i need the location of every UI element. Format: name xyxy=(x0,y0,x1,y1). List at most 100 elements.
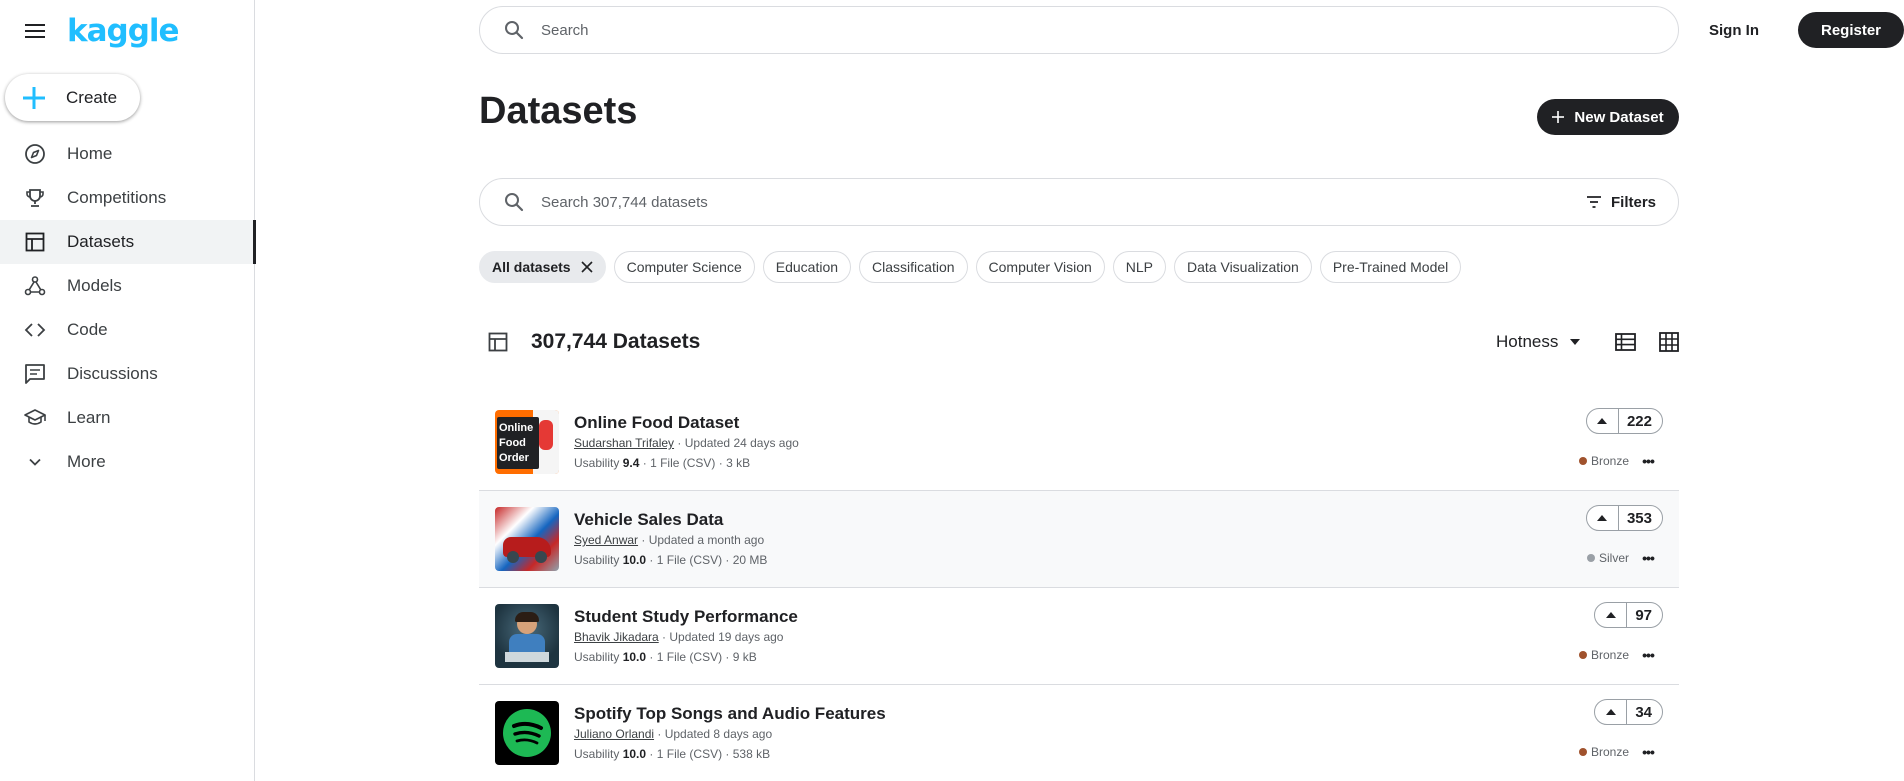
dataset-meta: Sudarshan Trifaley · Updated 24 days ago xyxy=(574,436,799,450)
global-search-bar xyxy=(479,6,1679,54)
close-icon[interactable] xyxy=(581,261,593,273)
dataset-search-input[interactable] xyxy=(541,193,1341,211)
sidebar-item-home[interactable]: Home xyxy=(0,132,255,176)
file-size: 9 kB xyxy=(732,650,757,664)
more-options-icon[interactable]: ••• xyxy=(1639,741,1657,763)
usability-label: Usability xyxy=(574,747,620,761)
sidebar-item-more[interactable]: More xyxy=(0,440,255,484)
hamburger-menu-icon[interactable] xyxy=(24,20,46,42)
chip-nlp[interactable]: NLP xyxy=(1112,251,1167,283)
upvote-arrow-icon[interactable] xyxy=(1595,603,1628,627)
upvote-arrow-icon[interactable] xyxy=(1595,700,1628,724)
filter-chips: All datasets Computer Science Education … xyxy=(479,251,1462,283)
medal-icon xyxy=(1578,651,1587,659)
dataset-meta: Juliano Orlandi · Updated 8 days ago xyxy=(574,727,773,741)
author-link[interactable]: Sudarshan Trifaley xyxy=(574,436,674,450)
sidebar-item-datasets[interactable]: Datasets xyxy=(0,220,256,264)
dataset-count: 307,744 Datasets xyxy=(531,330,701,353)
usability-score: 9.4 xyxy=(622,456,640,470)
page-title: Datasets xyxy=(479,90,638,132)
sidebar-item-label: Models xyxy=(67,276,122,295)
usability-label: Usability xyxy=(574,456,620,470)
sidebar-item-discussions[interactable]: Discussions xyxy=(0,352,255,396)
vote-count: 97 xyxy=(1635,606,1652,624)
dataset-details: Usability 10.0 · 1 File (CSV) · 20 MB xyxy=(574,553,768,567)
sidebar-item-label: Datasets xyxy=(67,232,135,251)
filters-button[interactable]: Filters xyxy=(1586,179,1656,225)
vote-count: 222 xyxy=(1626,412,1652,430)
chip-computer-vision[interactable]: Computer Vision xyxy=(975,251,1105,283)
sidebar-item-label: Learn xyxy=(67,408,111,427)
usability-score: 10.0 xyxy=(622,553,647,567)
sidebar-item-label: Home xyxy=(67,144,113,163)
more-options-icon[interactable]: ••• xyxy=(1639,644,1657,666)
more-options-icon[interactable]: ••• xyxy=(1639,547,1657,569)
medal-badge: Silver xyxy=(1586,550,1629,566)
list-view-button[interactable] xyxy=(1614,331,1636,353)
dataset-title[interactable]: Vehicle Sales Data xyxy=(574,510,723,530)
sidebar-item-learn[interactable]: Learn xyxy=(0,396,255,440)
dataset-thumbnail xyxy=(495,701,559,765)
search-icon xyxy=(504,20,524,40)
sidebar-item-label: Competitions xyxy=(67,188,167,207)
file-size: 538 kB xyxy=(732,747,771,761)
chip-all-datasets[interactable]: All datasets xyxy=(479,251,606,283)
kaggle-logo[interactable]: kaggle xyxy=(67,13,180,49)
sidebar-item-label: Discussions xyxy=(67,364,158,383)
sidebar-item-code[interactable]: Code xyxy=(0,308,255,352)
chip-education[interactable]: Education xyxy=(762,251,852,283)
dataset-row[interactable]: Online Food Order Online Food Dataset Su… xyxy=(479,394,1679,491)
medal-label: Silver xyxy=(1598,551,1629,565)
file-info: 1 File (CSV) xyxy=(656,650,723,664)
dataset-row[interactable]: Student Study Performance Bhavik Jikadar… xyxy=(479,588,1679,685)
medal-icon xyxy=(1578,457,1587,465)
medal-label: Bronze xyxy=(1590,454,1629,468)
sort-dropdown[interactable]: Hotness xyxy=(1496,330,1581,354)
plus-icon xyxy=(21,85,47,111)
chip-data-visualization[interactable]: Data Visualization xyxy=(1174,251,1312,283)
dataset-row[interactable]: Vehicle Sales Data Syed Anwar · Updated … xyxy=(479,491,1679,588)
upvote-control: 34 xyxy=(1594,699,1663,725)
more-options-icon[interactable]: ••• xyxy=(1639,450,1657,472)
upvote-arrow-icon[interactable] xyxy=(1587,506,1619,530)
sidebar-item-label: Code xyxy=(67,320,108,339)
dataset-title[interactable]: Spotify Top Songs and Audio Features xyxy=(574,704,886,724)
upvote-arrow-icon[interactable] xyxy=(1587,409,1619,433)
sidebar-item-label: More xyxy=(67,452,106,471)
file-size: 3 kB xyxy=(726,456,751,470)
upvote-control: 97 xyxy=(1594,602,1663,628)
sidebar-nav: Home Competitions Datasets Models Code D… xyxy=(0,132,256,484)
sidebar-item-models[interactable]: Models xyxy=(0,264,255,308)
sidebar-item-competitions[interactable]: Competitions xyxy=(0,176,255,220)
chip-pre-trained-model[interactable]: Pre-Trained Model xyxy=(1319,251,1462,283)
dataset-title[interactable]: Student Study Performance xyxy=(574,607,798,627)
table-icon xyxy=(24,231,46,253)
dataset-details: Usability 10.0 · 1 File (CSV) · 538 kB xyxy=(574,747,771,761)
dataset-title[interactable]: Online Food Dataset xyxy=(574,413,739,433)
grid-view-button[interactable] xyxy=(1658,331,1680,353)
new-dataset-button[interactable]: New Dataset xyxy=(1537,99,1679,135)
global-search-input[interactable] xyxy=(541,21,1341,39)
author-link[interactable]: Juliano Orlandi xyxy=(574,727,654,741)
filters-label: Filters xyxy=(1610,193,1656,211)
caret-down-icon xyxy=(1570,339,1581,345)
plus-icon xyxy=(1552,107,1565,128)
chip-classification[interactable]: Classification xyxy=(859,251,968,283)
dataset-row[interactable]: Spotify Top Songs and Audio Features Jul… xyxy=(479,685,1679,781)
create-button[interactable]: Create xyxy=(5,74,140,121)
chip-computer-science[interactable]: Computer Science xyxy=(613,251,755,283)
register-button[interactable]: Register xyxy=(1798,12,1904,48)
file-info: 1 File (CSV) xyxy=(656,553,723,567)
sign-in-button[interactable]: Sign In xyxy=(1700,12,1768,48)
dataset-thumbnail xyxy=(495,507,559,571)
thumbnail-text: Online Food Order xyxy=(497,417,539,469)
compass-icon xyxy=(24,143,46,165)
new-dataset-label: New Dataset xyxy=(1574,108,1664,126)
trophy-icon xyxy=(24,187,46,209)
school-icon xyxy=(24,407,46,429)
table-icon xyxy=(488,332,508,352)
author-link[interactable]: Syed Anwar xyxy=(574,533,638,547)
chip-label: All datasets xyxy=(492,259,571,275)
search-icon xyxy=(504,192,524,212)
author-link[interactable]: Bhavik Jikadara xyxy=(574,630,659,644)
